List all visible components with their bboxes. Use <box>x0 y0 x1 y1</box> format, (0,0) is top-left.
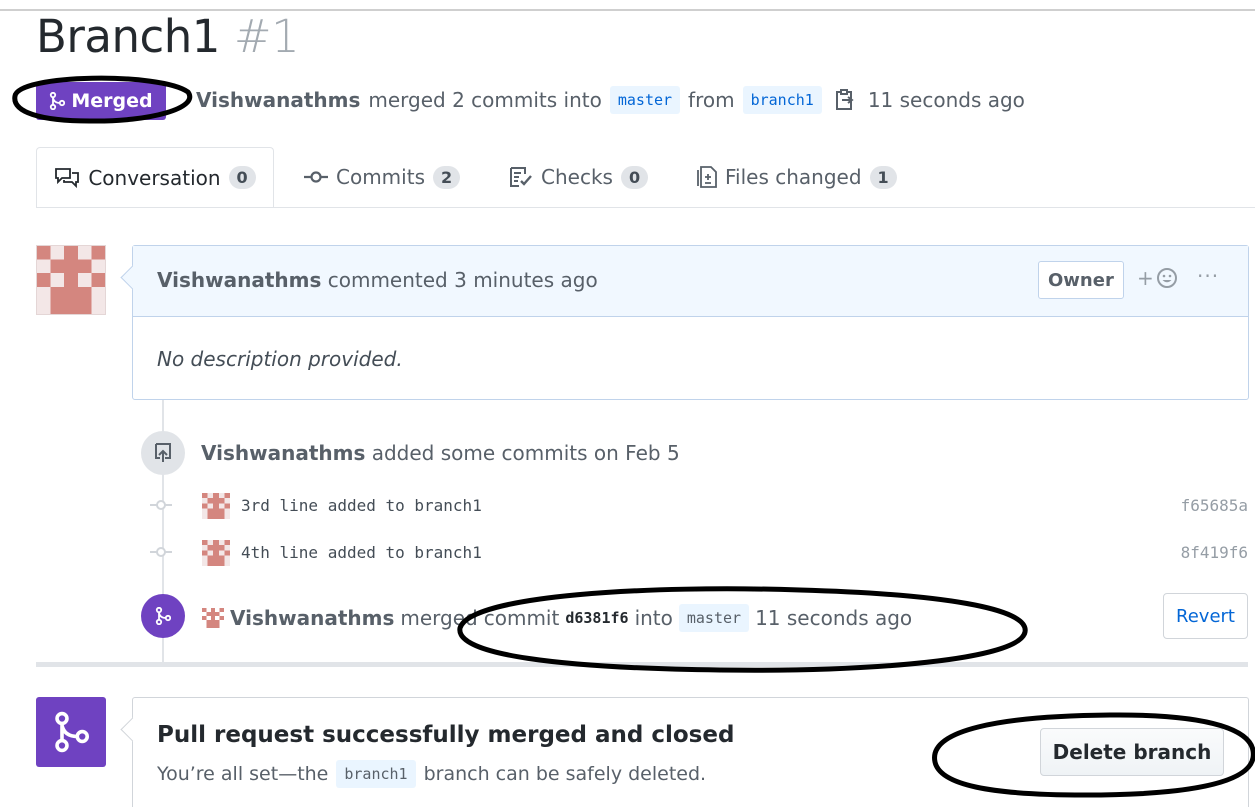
avatar[interactable] <box>36 245 106 315</box>
status-sub-after: branch can be safely deleted. <box>423 763 707 785</box>
tab-checks-label: Checks <box>541 165 613 189</box>
status-subtitle: You’re all set—the branch1 branch can be… <box>157 760 706 788</box>
list-item: 4th line added to branch1 8f419f6 <box>150 538 1250 568</box>
owner-label: Owner <box>1038 261 1124 299</box>
repo-push-icon <box>141 431 185 475</box>
tab-checks-count: 0 <box>620 165 649 189</box>
comment-body: No description provided. <box>157 347 403 371</box>
base-branch-tag[interactable]: master <box>609 86 681 114</box>
merge-text-commit: commit <box>483 606 560 630</box>
diff-icon <box>697 166 717 188</box>
avatar[interactable] <box>202 540 230 566</box>
add-reaction-button[interactable]: + <box>1137 266 1178 290</box>
timeline-end-divider <box>36 662 1248 667</box>
tab-checks[interactable]: Checks 0 <box>509 147 649 207</box>
merge-time: 11 seconds ago <box>755 606 913 630</box>
avatar[interactable] <box>202 493 230 519</box>
git-commit-icon <box>304 171 328 183</box>
git-merge-icon <box>50 92 66 110</box>
react-plus: + <box>1137 266 1154 290</box>
avatar[interactable] <box>202 608 224 628</box>
smiley-icon <box>1156 268 1177 288</box>
commit-sha-link[interactable]: 8f419f6 <box>1181 543 1248 562</box>
page-title: Branch1 #1 <box>36 10 300 63</box>
git-commit-icon <box>156 547 166 557</box>
more-options-button[interactable]: ··· <box>1197 264 1219 288</box>
pr-meta: Vishwanathms merged 2 commits into maste… <box>196 86 1025 114</box>
status-sub-before: You’re all set—the <box>157 763 329 785</box>
merge-status-box: Pull request successfully merged and clo… <box>120 697 1249 807</box>
event-text: added some commits on Feb 5 <box>371 441 680 465</box>
tabs-underline <box>36 207 1255 208</box>
clipboard-copy-icon[interactable] <box>834 88 856 112</box>
pr-author-link[interactable]: Vishwanathms <box>196 88 360 112</box>
merged-text: merged 2 commits into <box>368 88 602 112</box>
merged-time: 11 seconds ago <box>867 88 1025 112</box>
delete-branch-button[interactable]: Delete branch <box>1040 728 1224 776</box>
commit-message-link[interactable]: 4th line added to branch1 <box>241 543 482 562</box>
merge-branch-tag[interactable]: master <box>678 604 750 632</box>
tab-commits-count: 2 <box>432 165 461 189</box>
tab-conversation-count: 0 <box>228 166 256 189</box>
event-author-link[interactable]: Vishwanathms <box>201 441 365 465</box>
git-commit-icon <box>156 500 166 510</box>
from-text: from <box>688 88 735 112</box>
tab-conversation[interactable]: Conversation 0 <box>36 147 274 208</box>
merged-status-tile <box>36 697 106 767</box>
comment-discussion-icon <box>55 167 80 188</box>
list-item: 3rd line added to branch1 f65685a <box>150 491 1250 521</box>
comment-header: Vishwanathms commented 3 minutes ago Own… <box>133 246 1248 317</box>
merge-text-merged: merged <box>400 606 478 630</box>
merge-text-into: into <box>634 606 673 630</box>
pr-title: Branch1 <box>36 10 220 63</box>
merged-state-badge: Merged <box>36 82 166 120</box>
commit-sha-link[interactable]: f65685a <box>1181 496 1248 515</box>
pr-number: #1 <box>233 10 300 63</box>
git-merge-icon <box>141 594 185 638</box>
comment-byline: Vishwanathms commented 3 minutes ago <box>157 268 598 292</box>
status-branch-tag: branch1 <box>336 760 416 788</box>
tab-files-changed-label: Files changed <box>725 165 862 189</box>
merge-event: Vishwanathms merged commit d6381f6 into … <box>202 604 912 632</box>
merged-label: Merged <box>71 90 153 112</box>
git-merge-icon <box>55 711 89 753</box>
tab-files-changed[interactable]: Files changed 1 <box>697 147 897 207</box>
merge-commit-sha-link[interactable]: d6381f6 <box>565 609 628 627</box>
checklist-icon <box>510 167 532 187</box>
merge-author-link[interactable]: Vishwanathms <box>230 606 394 630</box>
commits-added-event: Vishwanathms added some commits on Feb 5 <box>201 441 680 465</box>
tab-files-changed-count: 1 <box>869 165 897 189</box>
tab-commits[interactable]: Commits 2 <box>304 147 461 207</box>
revert-button[interactable]: Revert <box>1163 593 1248 639</box>
comment-author-link[interactable]: Vishwanathms <box>157 268 321 292</box>
comment-card: Vishwanathms commented 3 minutes ago Own… <box>120 245 1249 400</box>
tab-commits-label: Commits <box>336 165 425 189</box>
commit-message-link[interactable]: 3rd line added to branch1 <box>241 496 482 515</box>
comment-action: commented 3 minutes ago <box>327 268 598 292</box>
head-branch-tag[interactable]: branch1 <box>742 86 822 114</box>
tab-conversation-label: Conversation <box>88 165 221 190</box>
status-title: Pull request successfully merged and clo… <box>157 722 735 748</box>
status-pointer <box>120 717 145 742</box>
annotation-overlay <box>12 75 1255 798</box>
